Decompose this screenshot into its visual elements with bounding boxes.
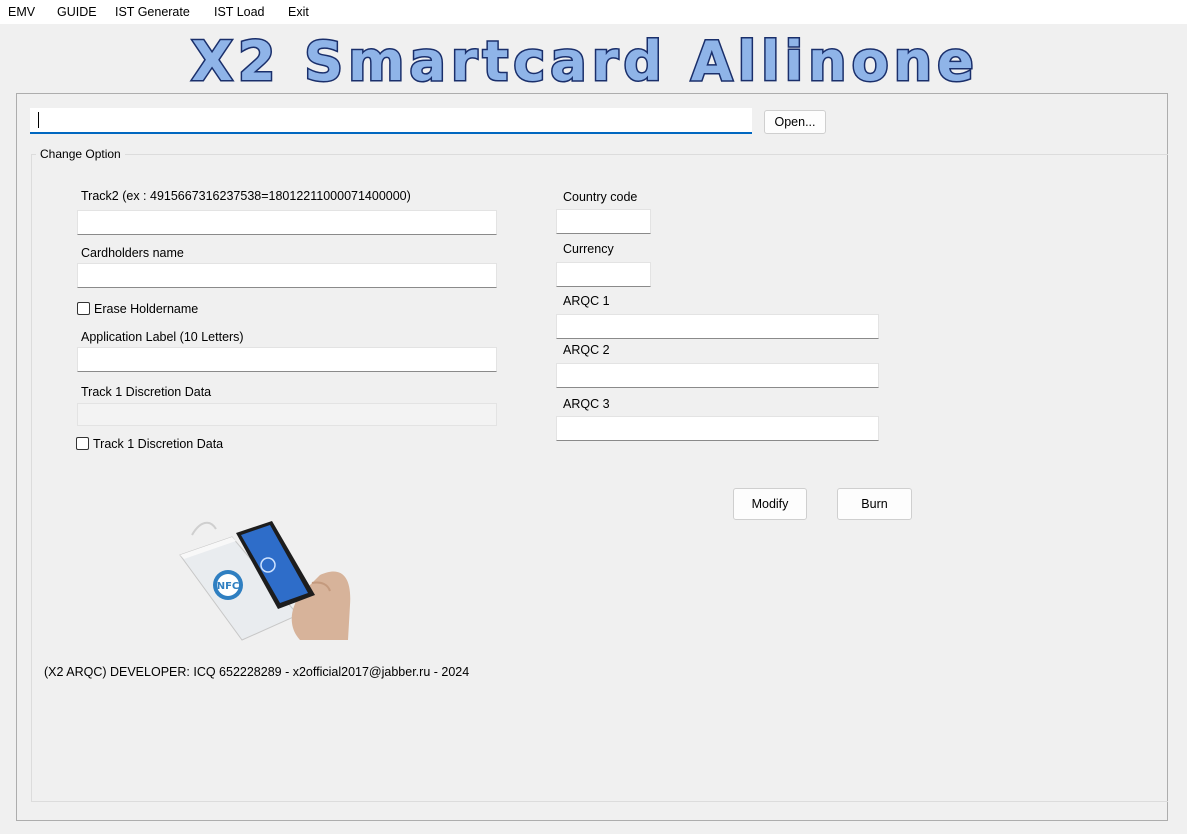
banner-title: X2 Smartcard Allinone <box>191 30 979 90</box>
burn-button[interactable]: Burn <box>837 488 912 520</box>
svg-text:NFC: NFC <box>217 581 240 592</box>
cardholder-input[interactable] <box>77 263 497 288</box>
currency-label: Currency <box>563 242 614 256</box>
modify-button[interactable]: Modify <box>733 488 807 520</box>
cardholder-label: Cardholders name <box>81 246 184 260</box>
arqc2-label: ARQC 2 <box>563 343 610 357</box>
menu-ist-load[interactable]: IST Load <box>214 5 265 19</box>
track1-input <box>77 403 497 426</box>
menu-emv[interactable]: EMV <box>8 5 35 19</box>
open-button[interactable]: Open... <box>764 110 826 134</box>
country-code-label: Country code <box>563 190 638 204</box>
app-label-input[interactable] <box>77 347 497 372</box>
nfc-reader-phone-illustration: NFC <box>170 515 360 645</box>
arqc2-input[interactable] <box>556 363 879 388</box>
arqc1-input[interactable] <box>556 314 879 339</box>
arqc1-label: ARQC 1 <box>563 294 610 308</box>
country-code-input[interactable] <box>556 209 651 234</box>
group-title: Change Option <box>36 147 125 161</box>
menu-bar: EMV GUIDE IST Generate IST Load Exit <box>0 0 1187 24</box>
file-path-input[interactable] <box>30 108 752 134</box>
erase-holdername-checkbox[interactable] <box>77 302 90 315</box>
currency-input[interactable] <box>556 262 651 287</box>
arqc3-input[interactable] <box>556 416 879 441</box>
track1-checkbox-label: Track 1 Discretion Data <box>93 437 224 451</box>
erase-holdername-label: Erase Holdername <box>94 302 199 316</box>
track2-label: Track2 (ex : 4915667316237538=1801221100… <box>81 189 411 203</box>
arqc3-label: ARQC 3 <box>563 397 610 411</box>
menu-guide[interactable]: GUIDE <box>57 5 97 19</box>
track1-label: Track 1 Discretion Data <box>81 385 212 399</box>
track2-input[interactable] <box>77 210 497 235</box>
developer-footer: (X2 ARQC) DEVELOPER: ICQ 652228289 - x2o… <box>44 665 470 679</box>
menu-exit[interactable]: Exit <box>288 5 309 19</box>
track1-checkbox[interactable] <box>76 437 89 450</box>
text-caret <box>38 112 39 128</box>
app-label-label: Application Label (10 Letters) <box>81 330 244 344</box>
menu-ist-generate[interactable]: IST Generate <box>115 5 190 19</box>
title-banner: X2 Smartcard Allinone <box>160 30 1010 90</box>
